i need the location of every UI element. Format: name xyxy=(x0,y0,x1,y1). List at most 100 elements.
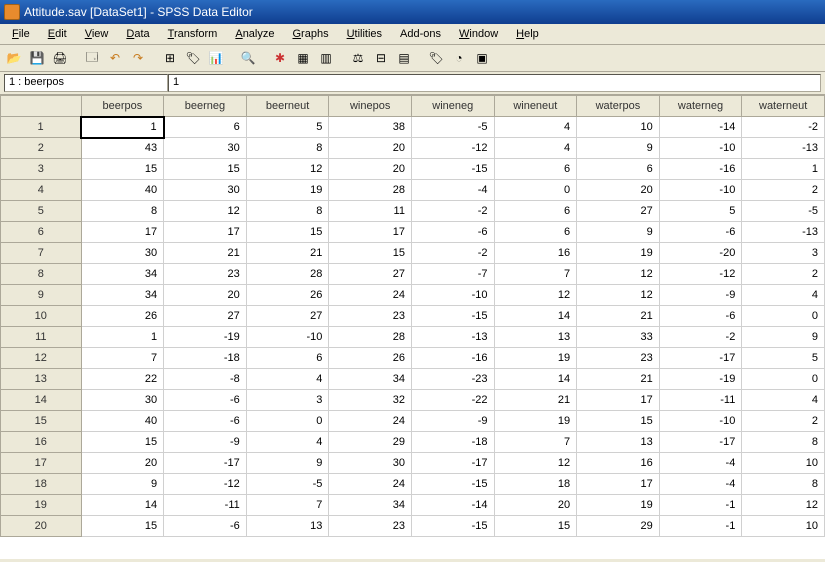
row-header[interactable]: 10 xyxy=(1,306,82,327)
cell[interactable]: 8 xyxy=(742,474,825,495)
cell[interactable]: -5 xyxy=(742,201,825,222)
goto-variable-icon[interactable]: 📊 xyxy=(206,48,226,68)
data-grid-scroll[interactable]: beerposbeernegbeerneutwineposwinenegwine… xyxy=(0,95,825,559)
cell[interactable]: 13 xyxy=(246,516,329,537)
cell[interactable]: 6 xyxy=(494,222,577,243)
cell[interactable]: 7 xyxy=(81,348,164,369)
cell[interactable]: 34 xyxy=(329,369,412,390)
column-header-wineneut[interactable]: wineneut xyxy=(494,96,577,117)
cell[interactable]: -2 xyxy=(411,243,494,264)
cell[interactable]: 16 xyxy=(577,453,660,474)
cell[interactable]: 20 xyxy=(329,159,412,180)
cell[interactable]: 9 xyxy=(577,138,660,159)
cell[interactable]: 28 xyxy=(329,180,412,201)
cell[interactable]: 14 xyxy=(494,306,577,327)
cell[interactable]: 6 xyxy=(494,201,577,222)
dialog-recall-icon[interactable]: 🗔 xyxy=(82,48,102,68)
row-header[interactable]: 11 xyxy=(1,327,82,348)
cell[interactable]: 29 xyxy=(577,516,660,537)
column-header-winepos[interactable]: winepos xyxy=(329,96,412,117)
cell[interactable]: 12 xyxy=(164,201,247,222)
cell[interactable]: 20 xyxy=(164,285,247,306)
cell[interactable]: 27 xyxy=(577,201,660,222)
cell[interactable]: -10 xyxy=(411,285,494,306)
row-header[interactable]: 7 xyxy=(1,243,82,264)
cell[interactable]: -12 xyxy=(164,474,247,495)
cell[interactable]: 4 xyxy=(742,285,825,306)
cell[interactable]: 24 xyxy=(329,411,412,432)
cell[interactable]: 4 xyxy=(494,138,577,159)
row-header[interactable]: 16 xyxy=(1,432,82,453)
cell[interactable]: -6 xyxy=(164,411,247,432)
row-header[interactable]: 17 xyxy=(1,453,82,474)
find-icon[interactable]: 🔍 xyxy=(238,48,258,68)
cell[interactable]: 21 xyxy=(577,369,660,390)
cell[interactable]: -16 xyxy=(659,159,742,180)
cell[interactable]: 10 xyxy=(577,117,660,138)
cell[interactable]: 23 xyxy=(329,306,412,327)
row-header[interactable]: 4 xyxy=(1,180,82,201)
row-header[interactable]: 12 xyxy=(1,348,82,369)
cell[interactable]: 20 xyxy=(494,495,577,516)
cell[interactable]: 12 xyxy=(494,453,577,474)
cell[interactable]: -1 xyxy=(659,495,742,516)
cell[interactable]: -7 xyxy=(411,264,494,285)
cell[interactable]: 0 xyxy=(494,180,577,201)
cell[interactable]: -2 xyxy=(659,327,742,348)
column-header-waterpos[interactable]: waterpos xyxy=(577,96,660,117)
cell[interactable]: -4 xyxy=(659,474,742,495)
cell[interactable]: 34 xyxy=(81,285,164,306)
menu-utilities[interactable]: Utilities xyxy=(339,26,390,42)
cell[interactable]: -6 xyxy=(411,222,494,243)
cell[interactable]: 17 xyxy=(577,390,660,411)
cell[interactable]: 12 xyxy=(494,285,577,306)
cell[interactable]: 34 xyxy=(329,495,412,516)
cell[interactable]: 4 xyxy=(246,369,329,390)
cell[interactable]: 0 xyxy=(246,411,329,432)
cell[interactable]: -19 xyxy=(659,369,742,390)
cell[interactable]: 10 xyxy=(742,516,825,537)
cell[interactable]: 4 xyxy=(742,390,825,411)
cell[interactable]: 4 xyxy=(494,117,577,138)
menu-view[interactable]: View xyxy=(77,26,117,42)
column-header-waterneg[interactable]: waterneg xyxy=(659,96,742,117)
cell[interactable]: -10 xyxy=(659,411,742,432)
cell[interactable]: 30 xyxy=(329,453,412,474)
cell[interactable]: 19 xyxy=(246,180,329,201)
cell[interactable]: -2 xyxy=(742,117,825,138)
cell-reference[interactable]: 1 : beerpos xyxy=(4,74,168,92)
cell[interactable]: 9 xyxy=(81,474,164,495)
show-all-icon[interactable]: ◔ xyxy=(449,48,469,68)
cell[interactable]: 34 xyxy=(81,264,164,285)
menu-analyze[interactable]: Analyze xyxy=(227,26,282,42)
cell[interactable]: 6 xyxy=(494,159,577,180)
cell[interactable]: 0 xyxy=(742,369,825,390)
cell[interactable]: 28 xyxy=(329,327,412,348)
cell[interactable]: 8 xyxy=(742,432,825,453)
cell[interactable]: 19 xyxy=(577,495,660,516)
row-header[interactable]: 18 xyxy=(1,474,82,495)
cell[interactable]: -17 xyxy=(659,348,742,369)
open-icon[interactable]: 📂 xyxy=(4,48,24,68)
cell[interactable]: -16 xyxy=(411,348,494,369)
insert-case-icon[interactable]: ✱ xyxy=(270,48,290,68)
cell[interactable]: 5 xyxy=(742,348,825,369)
cell[interactable]: 15 xyxy=(329,243,412,264)
cell[interactable]: 19 xyxy=(577,243,660,264)
cell[interactable]: 15 xyxy=(246,222,329,243)
variables-icon[interactable]: 🏷 xyxy=(183,48,203,68)
cell[interactable]: 32 xyxy=(329,390,412,411)
cell[interactable]: 38 xyxy=(329,117,412,138)
redo-icon[interactable]: ↷ xyxy=(128,48,148,68)
cell[interactable]: -11 xyxy=(164,495,247,516)
cell[interactable]: 30 xyxy=(81,390,164,411)
cell[interactable]: -9 xyxy=(164,432,247,453)
cell[interactable]: 21 xyxy=(577,306,660,327)
cell[interactable]: 23 xyxy=(577,348,660,369)
cell[interactable]: 33 xyxy=(577,327,660,348)
cell[interactable]: 12 xyxy=(577,285,660,306)
cell[interactable]: -17 xyxy=(164,453,247,474)
cell[interactable]: -1 xyxy=(659,516,742,537)
cell[interactable]: -10 xyxy=(659,180,742,201)
cell[interactable]: 9 xyxy=(577,222,660,243)
